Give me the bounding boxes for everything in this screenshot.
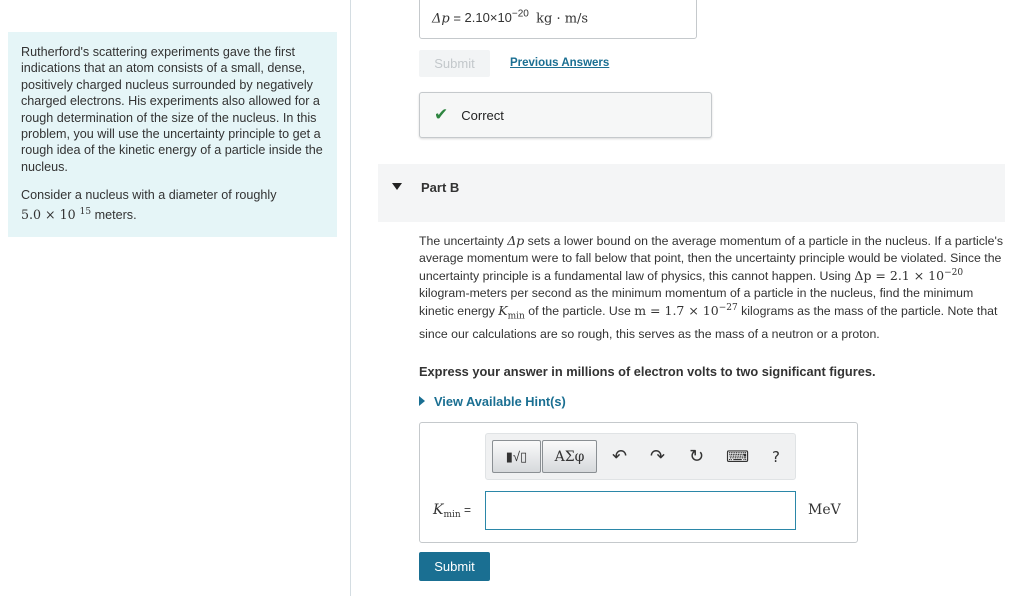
checkmark-icon: ✔ — [434, 105, 449, 124]
symbols-button[interactable]: ΑΣφ — [542, 440, 597, 473]
caret-right-icon — [419, 396, 425, 406]
templates-button[interactable]: ▮√▯ — [492, 440, 541, 473]
answer-symbol: Δp — [432, 11, 450, 27]
intro-nucleus-diameter: Consider a nucleus with a diameter of ro… — [21, 187, 323, 223]
part-b-title: Part B — [421, 180, 460, 195]
correct-label: Correct — [461, 107, 504, 123]
undo-icon[interactable]: ↶ — [612, 448, 627, 466]
help-icon[interactable]: ? — [772, 448, 780, 466]
intro-diameter-value: 5.0 × 10 15 — [21, 206, 92, 222]
kmin-label: Kmin = — [433, 502, 472, 520]
part-b-header[interactable]: Part B — [378, 164, 1005, 222]
unit-label: MeV — [808, 502, 841, 518]
intro-paragraph: Rutherford's scattering experiments gave… — [21, 45, 323, 174]
answer-input-card: ▮√▯ ΑΣφ ↶ ↷ ↻ ⌨ ? Kmin = MeV — [419, 422, 858, 543]
keyboard-icon[interactable]: ⌨ — [726, 448, 749, 466]
correct-feedback: ✔ Correct — [419, 92, 712, 138]
express-instructions: Express your answer in millions of elect… — [419, 364, 876, 379]
collapse-triangle-icon[interactable] — [392, 183, 402, 190]
intro-diameter-text: Consider a nucleus with a diameter of ro… — [21, 188, 277, 203]
math-toolbar: ▮√▯ ΑΣφ ↶ ↷ ↻ ⌨ ? — [485, 433, 796, 480]
redo-icon[interactable]: ↷ — [650, 448, 665, 466]
reset-icon[interactable]: ↻ — [689, 448, 704, 466]
panel-divider — [350, 0, 351, 596]
answer-value: 2.10×10−20 — [464, 9, 529, 26]
part-b-problem-text: The uncertainty Δp sets a lower bound on… — [419, 233, 1003, 341]
hint-label[interactable]: View Available Hint(s) — [434, 394, 566, 409]
problem-intro-panel: Rutherford's scattering experiments gave… — [8, 32, 337, 237]
answer-equals: = — [449, 10, 465, 26]
previous-answers-link[interactable]: Previous Answers — [510, 57, 609, 69]
answer-input[interactable] — [485, 491, 796, 530]
view-hints-toggle[interactable]: View Available Hint(s) — [419, 394, 566, 409]
part-a-submit-button[interactable]: Submit — [419, 50, 490, 77]
part-b-submit-button[interactable]: Submit — [419, 552, 490, 581]
intro-diameter-unit: meters. — [91, 207, 137, 222]
answer-unit: kg · m/s — [536, 11, 589, 27]
part-a-answer-display: Δp = 2.10×10−20 kg · m/s — [419, 0, 697, 39]
